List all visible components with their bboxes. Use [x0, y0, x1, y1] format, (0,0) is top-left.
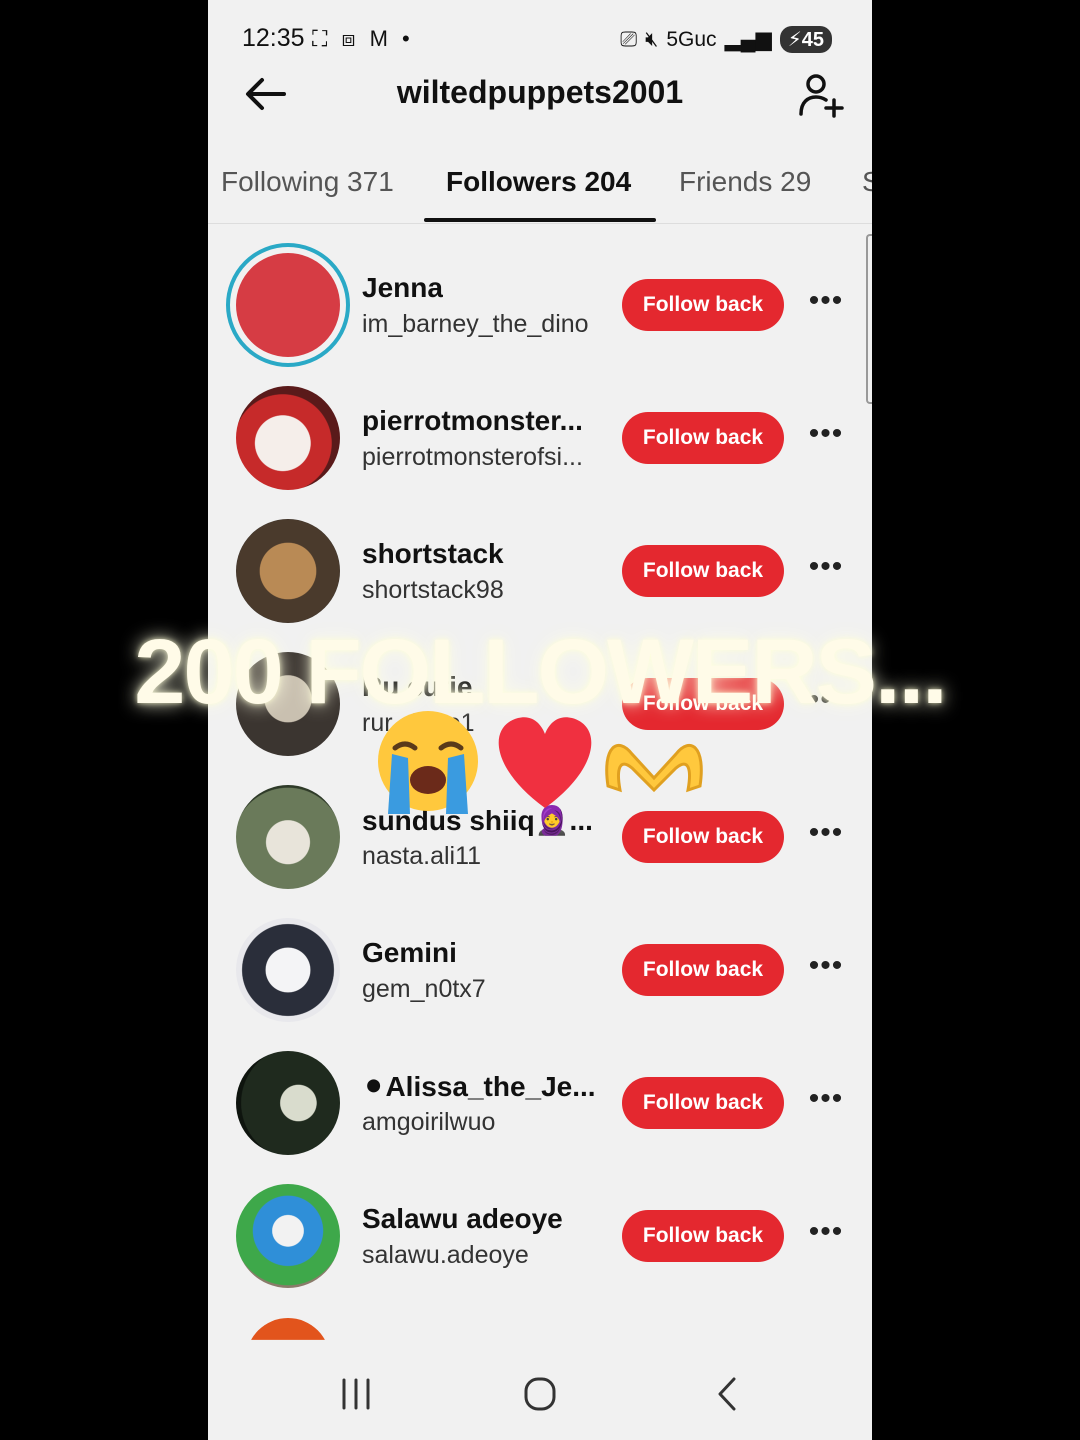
avatar[interactable] — [236, 1051, 340, 1155]
mute-icon: 🔇︎ — [645, 27, 659, 51]
system-nav-bar — [208, 1340, 872, 1440]
emoji-overlay — [370, 706, 730, 816]
status-bar: 12:35 ⛶ ⧈ M • ⎚ 🔇︎ 5Guc ▂▄▆ ⚡45 — [208, 18, 872, 60]
heart-icon — [498, 717, 592, 808]
active-tab-indicator — [424, 218, 656, 222]
tab-friends[interactable]: Friends 29 — [679, 166, 811, 198]
display-name: pierrotmonster... — [362, 405, 583, 436]
more-options-icon[interactable]: ••• — [804, 1084, 848, 1120]
avatar[interactable] — [236, 519, 340, 623]
display-name: Jenna — [362, 272, 443, 303]
username: salawu.adeoye — [362, 1241, 529, 1269]
list-item[interactable]: shortstack shortstack98 Follow back ••• — [208, 504, 872, 637]
more-options-icon[interactable]: ••• — [804, 818, 848, 854]
username: amgoirilwuo — [362, 1108, 496, 1136]
more-options-icon[interactable]: ••• — [804, 1217, 848, 1253]
battery-icon: ⚡45 — [779, 26, 832, 53]
follow-back-button[interactable]: Follow back — [622, 944, 784, 996]
avatar[interactable] — [236, 1184, 340, 1288]
profile-username-title: wiltedpuppets2001 — [396, 74, 684, 110]
network-label: 5Guc — [666, 27, 717, 51]
recent-apps-icon[interactable] — [326, 1374, 386, 1414]
signal-icon: ▂▄▆ — [724, 28, 772, 51]
username: pierrotmonsterofsi... — [362, 443, 583, 471]
avatar[interactable] — [236, 918, 340, 1022]
home-icon[interactable] — [510, 1374, 570, 1414]
tab-following[interactable]: Following 371 — [221, 166, 394, 198]
display-name: Salawu adeoye — [362, 1203, 563, 1234]
avatar[interactable] — [226, 243, 350, 367]
username: shortstack98 — [362, 576, 504, 604]
list-item[interactable]: Salawu adeoye salawu.adeoye Follow back … — [208, 1169, 872, 1302]
follow-back-button[interactable]: Follow back — [622, 412, 784, 464]
crying-face-icon — [378, 711, 478, 814]
status-right-icons: ⎚ 🔇︎ 5Guc ▂▄▆ ⚡45 — [620, 26, 832, 53]
status-time: 12:35 — [242, 24, 305, 52]
more-options-icon[interactable]: ••• — [804, 552, 848, 588]
more-options-icon[interactable]: ••• — [804, 951, 848, 987]
follow-back-button[interactable]: Follow back — [622, 545, 784, 597]
system-back-icon[interactable] — [698, 1374, 758, 1414]
display-name: ⚫Alissa_the_Je... — [362, 1071, 596, 1102]
avatar[interactable] — [236, 386, 340, 490]
username: im_barney_the_dino — [362, 310, 589, 338]
list-item[interactable]: ⚫Alissa_the_Je... amgoirilwuo Follow bac… — [208, 1036, 872, 1169]
list-item[interactable]: pierrotmonster... pierrotmonsterofsi... … — [208, 371, 872, 504]
username: gem_n0tx7 — [362, 975, 486, 1003]
more-options-icon[interactable]: ••• — [804, 286, 848, 322]
list-item[interactable]: Gemini gem_n0tx7 Follow back ••• — [208, 903, 872, 1036]
follow-back-button[interactable]: Follow back — [622, 811, 784, 863]
battery-level: 45 — [801, 29, 824, 51]
avatar[interactable] — [236, 785, 340, 889]
list-item[interactable]: Jenna im_barney_the_dino Follow back ••• — [208, 238, 872, 371]
username: nasta.ali11 — [362, 842, 482, 870]
follow-back-button[interactable]: Follow back — [622, 1077, 784, 1129]
follow-back-button[interactable]: Follow back — [622, 1210, 784, 1262]
top-bar: wiltedpuppets2001 — [208, 64, 872, 124]
tab-followers[interactable]: Followers 204 — [446, 166, 631, 198]
display-name: shortstack — [362, 538, 504, 569]
relationship-tabs: Following 371 Followers 204 Friends 29 S — [208, 160, 872, 224]
heart-hands-icon — [605, 743, 703, 793]
display-name: Gemini — [362, 937, 457, 968]
add-user-icon[interactable] — [798, 72, 844, 118]
cast-icon: ⎚ — [620, 27, 638, 51]
tab-suggested[interactable]: S — [862, 166, 872, 198]
follow-back-button[interactable]: Follow back — [622, 279, 784, 331]
notification-icons: ⛶ ⧈ M • — [312, 26, 414, 51]
more-options-icon[interactable]: ••• — [804, 419, 848, 455]
